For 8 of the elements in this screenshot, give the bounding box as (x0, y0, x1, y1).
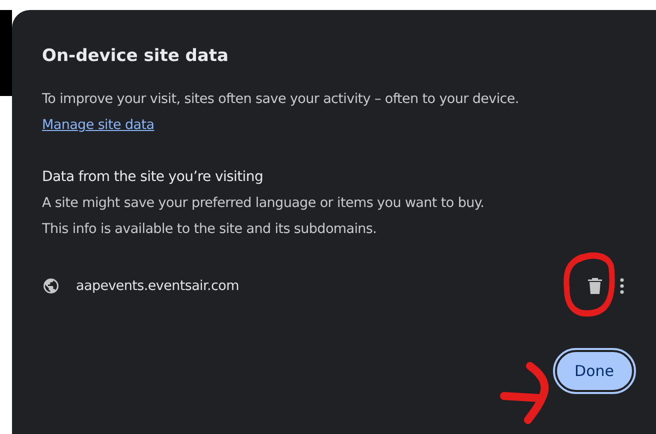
done-button[interactable]: Done (554, 350, 634, 392)
intro-text: To improve your visit, sites often save your activity – often to your device. (42, 90, 520, 109)
section-text: A site might save your preferred language or items you want to buy. (42, 194, 486, 213)
section-text: This info is available to the site and its subdomains. (42, 220, 378, 239)
dialog-title: On-device site data (42, 46, 230, 66)
section-heading: Data from the site you’re visiting (42, 168, 264, 187)
manage-site-data-link[interactable]: Manage site data (42, 112, 154, 138)
site-domain: aapevents.eventsair.com (76, 278, 240, 294)
